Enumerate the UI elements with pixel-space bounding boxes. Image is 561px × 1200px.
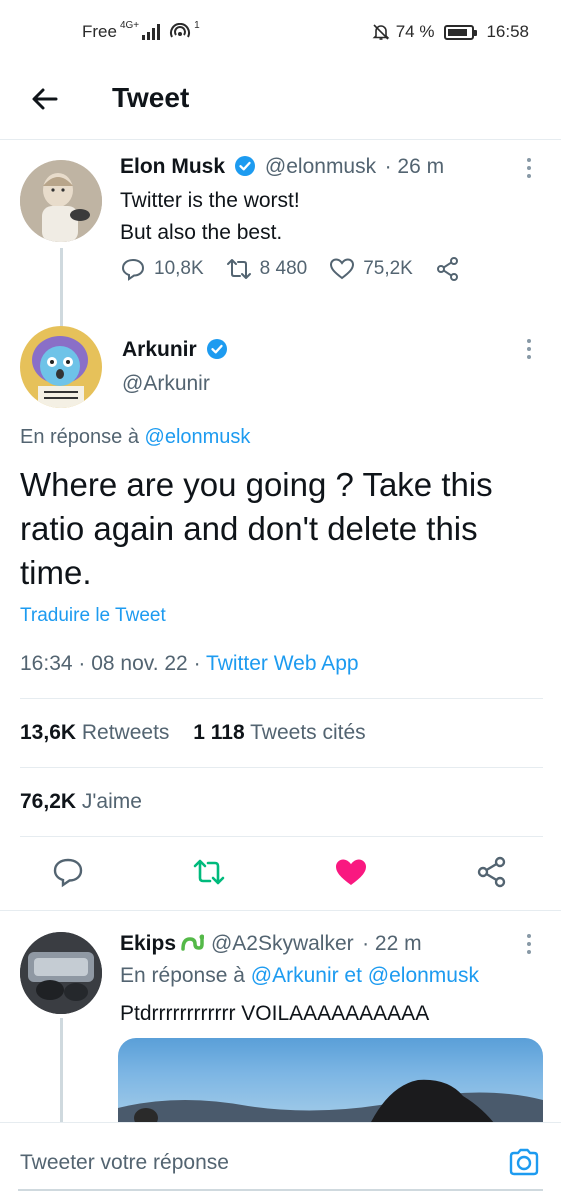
camera-icon: [509, 1148, 539, 1176]
more-options-icon[interactable]: [525, 934, 533, 958]
tweet-text: Twitter is the worst! But also the best.: [120, 185, 300, 249]
reply-to-links[interactable]: @Arkunir et @elonmusk: [251, 964, 479, 987]
reply-icon: [53, 858, 83, 888]
source-link[interactable]: Twitter Web App: [206, 652, 359, 675]
snake-emoji-icon: [181, 934, 205, 951]
share-button[interactable]: [475, 855, 509, 889]
retweet-button[interactable]: [192, 855, 226, 889]
retweet-button[interactable]: 8 480: [226, 256, 308, 282]
reply-prefix: En réponse à: [120, 964, 251, 987]
input-underline: [18, 1189, 543, 1191]
media-image: [118, 1079, 543, 1128]
tweet-line-2: But also the best.: [120, 221, 283, 244]
top-bar: Tweet: [0, 64, 561, 140]
divider: [20, 698, 543, 699]
back-button[interactable]: [28, 82, 62, 116]
back-arrow-icon: [32, 88, 58, 110]
reply-composer: Tweeter votre réponse: [0, 1122, 561, 1200]
like-count: 75,2K: [363, 258, 413, 279]
tweet-age: · 26 m: [384, 155, 445, 178]
verified-badge-icon: [207, 339, 228, 359]
network-type: 4G+: [119, 19, 140, 31]
reply-context: En réponse à @elonmusk: [20, 426, 250, 449]
signal-icon: [142, 24, 161, 40]
retweets-count: 13,6K: [20, 721, 77, 744]
like-button[interactable]: [334, 855, 368, 889]
translate-link[interactable]: Traduire le Tweet: [20, 605, 166, 627]
hotspot-count: 1: [194, 19, 200, 31]
thread-line: [60, 1018, 63, 1128]
reply-count: 10,8K: [154, 258, 204, 279]
battery-icon: [444, 24, 478, 40]
child-photo-image: [20, 160, 102, 242]
reply-to-link[interactable]: @elonmusk: [145, 426, 251, 448]
status-bar: Free 4G+ 1 74 % 16:58: [0, 0, 561, 64]
reply-button[interactable]: [51, 855, 85, 889]
reply-icon: [121, 258, 145, 281]
author-handle[interactable]: @Arkunir: [122, 372, 228, 396]
share-button[interactable]: [435, 256, 461, 282]
likes-label: J'aime: [76, 790, 142, 813]
more-options-icon[interactable]: [525, 158, 533, 182]
retweet-icon: [226, 259, 251, 279]
battery-percent: 74 %: [395, 22, 435, 41]
anime-character-image: [20, 326, 102, 408]
heart-icon: [330, 258, 355, 280]
hotspot-icon: [170, 23, 191, 38]
tweet-text: Where are you going ? Take this ratio ag…: [20, 466, 493, 591]
author-handle[interactable]: @A2Skywalker: [211, 932, 354, 955]
ekips-avatar[interactable]: [20, 932, 102, 1014]
reply-context: En réponse à @Arkunir et @elonmusk: [120, 964, 479, 988]
mute-bell-icon: [372, 24, 390, 40]
quotes-stat[interactable]: 1 118 Tweets cités: [193, 721, 365, 744]
author-name[interactable]: Elon Musk: [120, 155, 225, 178]
tweet-timestamp: 16:34 · 08 nov. 22 · Twitter Web App: [20, 652, 359, 676]
like-button[interactable]: 75,2K: [329, 256, 413, 282]
more-options-icon[interactable]: [525, 339, 533, 363]
main-tweet-actions: [0, 855, 561, 895]
share-icon: [477, 856, 506, 888]
retweets-stat[interactable]: 13,6K Retweets: [20, 721, 169, 744]
page-title: Tweet: [112, 82, 190, 113]
divider: [20, 767, 543, 768]
likes-stat[interactable]: 76,2K J'aime: [20, 790, 142, 814]
likes-count: 76,2K: [20, 790, 77, 813]
section-divider: [0, 910, 561, 911]
thread-line: [60, 248, 63, 328]
tweet-text: Ptdrrrrrrrrrrrr VOILAAAAAAAAAA: [120, 1002, 430, 1025]
reply-input[interactable]: Tweeter votre réponse: [20, 1151, 229, 1175]
tweet-line-1: Twitter is the worst!: [120, 189, 300, 212]
tweet-age: · 22 m: [362, 932, 422, 955]
camera-button[interactable]: [507, 1145, 541, 1179]
elon-avatar[interactable]: [20, 160, 102, 242]
retweets-label: Retweets: [76, 721, 170, 744]
tweet-media[interactable]: [118, 1038, 543, 1128]
clock: 16:58: [486, 22, 529, 41]
verified-badge-icon: [235, 156, 256, 176]
quotes-count: 1 118: [193, 721, 245, 744]
timestamp-text: 16:34 · 08 nov. 22 ·: [20, 652, 207, 675]
divider: [20, 836, 543, 837]
car-interior-image: [20, 932, 102, 1014]
carrier-label: Free: [82, 22, 117, 41]
quotes-label: Tweets cités: [244, 721, 366, 744]
tweet-actions: 10,8K 8 480 75,2K: [120, 256, 483, 282]
retweet-icon: [193, 859, 225, 885]
author-name[interactable]: Ekips: [120, 932, 176, 955]
author-handle[interactable]: @elonmusk: [265, 155, 376, 178]
retweet-stats: 13,6K Retweets 1 118 Tweets cités: [20, 721, 366, 745]
reply-button[interactable]: 10,8K: [120, 256, 204, 282]
author-name[interactable]: Arkunir: [122, 338, 197, 361]
reply-prefix: En réponse à: [20, 426, 145, 448]
retweet-count: 8 480: [259, 258, 308, 279]
heart-filled-icon: [336, 859, 366, 885]
share-icon: [436, 257, 458, 281]
arkunir-avatar[interactable]: [20, 326, 102, 408]
